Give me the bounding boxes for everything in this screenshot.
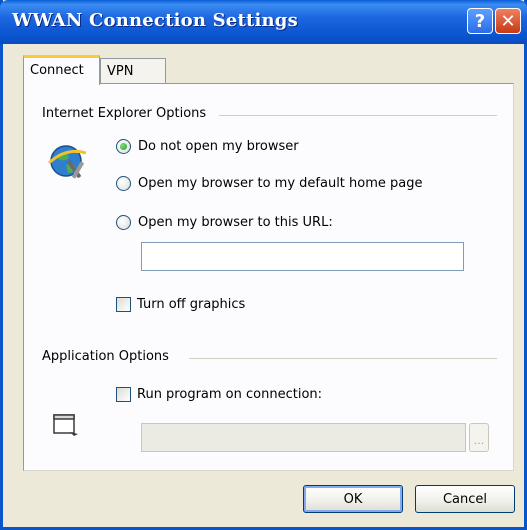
program-path-input[interactable] [141,423,466,452]
ie-group-label: Internet Explorer Options [42,106,211,121]
radio-label: Open my browser to this URL: [138,215,333,230]
radio-label: Do not open my browser [138,139,299,154]
internet-explorer-settings-icon [47,145,87,179]
radio-open-default-home-page[interactable]: Open my browser to my default home page [116,176,423,191]
ie-group-divider [219,115,497,116]
dialog-window: WWAN Connection Settings ? ✕ Connect VPN… [0,0,527,530]
run-program-label: Run program on connection: [137,387,323,402]
close-icon: ✕ [500,10,516,32]
application-window-icon [53,414,78,436]
app-group-divider [189,358,497,359]
help-button[interactable]: ? [467,8,493,34]
turn-off-graphics-label: Turn off graphics [137,297,246,312]
radio-label: Open my browser to my default home page [138,176,423,191]
help-icon: ? [474,10,486,32]
connect-tab-panel: Internet Explorer Options Do not open my… [23,83,514,471]
turn-off-graphics-checkbox-row[interactable]: Turn off graphics [116,297,245,312]
ok-button[interactable]: OK [303,485,403,513]
radio-open-url[interactable]: Open my browser to this URL: [116,215,333,230]
radio-button[interactable] [116,139,131,154]
run-program-checkbox[interactable] [116,387,131,402]
cancel-button[interactable]: Cancel [415,485,515,513]
radio-button[interactable] [116,176,131,191]
close-button[interactable]: ✕ [495,8,521,34]
radio-selected-dot [120,143,127,150]
run-program-checkbox-row[interactable]: Run program on connection: [116,387,322,402]
url-input[interactable] [141,242,464,271]
turn-off-graphics-checkbox[interactable] [116,297,131,312]
tab-connect[interactable]: Connect [23,55,100,85]
browse-label: ... [473,434,485,447]
title-bar[interactable]: WWAN Connection Settings ? ✕ [0,0,527,44]
radio-button[interactable] [116,215,131,230]
tab-vpn[interactable]: VPN [100,58,166,84]
app-group-label: Application Options [42,349,173,364]
browse-program-button[interactable]: ... [469,423,489,452]
window-title: WWAN Connection Settings [12,10,298,31]
radio-do-not-open-browser[interactable]: Do not open my browser [116,139,299,154]
